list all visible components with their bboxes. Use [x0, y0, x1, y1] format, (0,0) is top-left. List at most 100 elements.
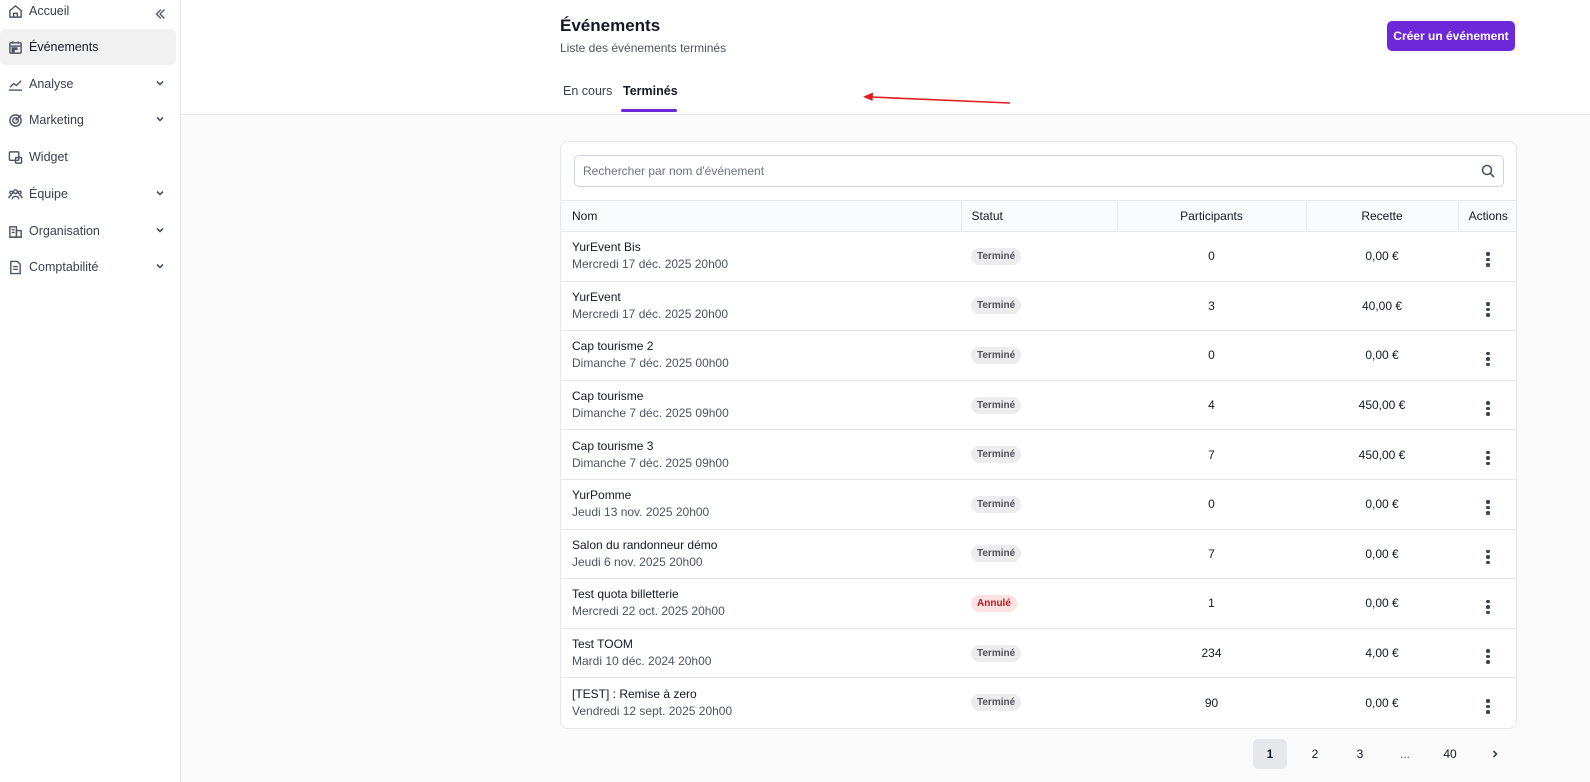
tab-termines[interactable]: Terminés	[623, 84, 678, 98]
participants-count: 4	[1208, 398, 1215, 413]
participants-count: 7	[1208, 447, 1215, 462]
sidebar-item-label: Marketing	[29, 113, 84, 127]
search-input[interactable]	[575, 156, 1455, 186]
status-badge: Terminé	[971, 495, 1022, 513]
table-row[interactable]: Test quota billetterie Mercredi 22 oct. 2…	[561, 579, 1516, 629]
column-header-recette[interactable]: Recette	[1305, 200, 1458, 232]
more-actions-icon[interactable]	[1480, 252, 1496, 268]
participants-count: 0	[1208, 348, 1215, 363]
event-name[interactable]: Salon du randonneur démo	[572, 537, 961, 554]
sidebar-item-organisation[interactable]: Organisation	[0, 213, 176, 249]
more-actions-icon[interactable]	[1480, 400, 1496, 416]
pagination: 1 2 3 ... 40	[1253, 739, 1523, 769]
search-box	[574, 155, 1504, 187]
status-badge: Terminé	[971, 545, 1022, 563]
sidebar-item-label: Comptabilité	[29, 260, 99, 274]
page-header: Événements Liste des événements terminés…	[181, 0, 1590, 115]
home-icon	[7, 3, 23, 19]
revenue-amount: 0,00 €	[1365, 249, 1399, 264]
column-header-nom[interactable]: Nom	[561, 200, 961, 232]
event-date: Jeudi 13 nov. 2025 20h00	[572, 505, 710, 520]
sidebar-item-accueil[interactable]: Accueil	[0, 0, 176, 29]
event-name[interactable]: Cap tourisme 2	[572, 338, 961, 355]
sidebar-item-label: Événements	[29, 40, 99, 54]
more-actions-icon[interactable]	[1480, 450, 1496, 466]
sidebar-item-equipe[interactable]: Équipe	[0, 176, 176, 212]
create-event-button[interactable]: Créer un événement	[1387, 21, 1515, 51]
chevron-down-icon	[154, 260, 166, 272]
event-date: Dimanche 7 déc. 2025 09h00	[572, 406, 729, 421]
events-table: Nom Statut Participants Recette Actions …	[561, 200, 1516, 728]
event-name[interactable]: YurPomme	[572, 487, 961, 504]
event-name[interactable]: [TEST] : Remise à zero	[572, 686, 961, 703]
page-button-2[interactable]: 2	[1298, 739, 1332, 769]
event-name[interactable]: Test quota billetterie	[572, 586, 961, 603]
column-header-statut[interactable]: Statut	[960, 200, 1117, 232]
event-name[interactable]: Cap tourisme	[572, 388, 961, 405]
revenue-amount: 0,00 €	[1365, 497, 1399, 512]
status-badge: Terminé	[971, 346, 1022, 364]
tab-en-cours[interactable]: En cours	[563, 84, 612, 98]
event-name[interactable]: YurEvent	[572, 289, 961, 306]
more-actions-icon[interactable]	[1480, 698, 1496, 714]
annotation-arrow-icon	[863, 92, 1011, 104]
next-page-button[interactable]	[1478, 739, 1512, 769]
page-button-40[interactable]: 40	[1433, 739, 1467, 769]
calendar-icon	[7, 39, 23, 55]
participants-count: 1	[1208, 596, 1215, 611]
table-row[interactable]: YurEvent Mercredi 17 déc. 2025 20h00 Term…	[561, 281, 1516, 331]
revenue-amount: 0,00 €	[1365, 596, 1399, 611]
status-badge: Terminé	[971, 644, 1022, 662]
event-name[interactable]: YurEvent Bis	[572, 239, 961, 256]
status-badge: Terminé	[971, 247, 1022, 265]
sidebar-item-evenements[interactable]: Événements	[0, 29, 176, 65]
more-actions-icon[interactable]	[1480, 500, 1496, 516]
page-title: Événements	[560, 16, 661, 35]
event-name[interactable]: Cap tourisme 3	[572, 438, 961, 455]
event-name[interactable]: Test TOOM	[572, 636, 961, 653]
revenue-amount: 0,00 €	[1365, 695, 1399, 710]
status-badge: Annulé	[971, 594, 1017, 612]
more-actions-icon[interactable]	[1480, 549, 1496, 565]
table-row[interactable]: Cap tourisme 2 Dimanche 7 déc. 2025 00h00…	[561, 331, 1516, 381]
table-row[interactable]: Salon du randonneur démo Jeudi 6 nov. 202…	[561, 529, 1516, 579]
search-icon[interactable]	[1481, 164, 1495, 178]
more-actions-icon[interactable]	[1480, 599, 1496, 615]
table-row[interactable]: YurEvent Bis Mercredi 17 déc. 2025 20h00 …	[561, 232, 1516, 282]
event-date: Vendredi 12 sept. 2025 20h00	[572, 703, 733, 718]
status-badge: Terminé	[971, 297, 1022, 315]
revenue-amount: 0,00 €	[1365, 546, 1399, 561]
table-row[interactable]: Cap tourisme Dimanche 7 déc. 2025 09h00 T…	[561, 380, 1516, 430]
table-row[interactable]: Cap tourisme 3 Dimanche 7 déc. 2025 09h00…	[561, 430, 1516, 480]
team-icon	[7, 186, 23, 202]
sidebar-item-analyse[interactable]: Analyse	[0, 66, 176, 102]
more-actions-icon[interactable]	[1480, 648, 1496, 664]
revenue-amount: 40,00 €	[1361, 298, 1403, 313]
column-header-participants[interactable]: Participants	[1116, 200, 1306, 232]
target-icon	[7, 112, 23, 128]
more-actions-icon[interactable]	[1480, 301, 1496, 317]
revenue-amount: 450,00 €	[1358, 447, 1406, 462]
event-date: Jeudi 6 nov. 2025 20h00	[572, 554, 703, 569]
sidebar-item-label: Équipe	[29, 187, 68, 201]
chevron-down-icon	[154, 224, 166, 236]
table-row[interactable]: YurPomme Jeudi 13 nov. 2025 20h00 Terminé…	[561, 479, 1516, 530]
sidebar-item-label: Analyse	[29, 77, 74, 91]
table-row[interactable]: Test TOOM Mardi 10 déc. 2024 20h00 Termin…	[561, 628, 1516, 678]
revenue-amount: 4,00 €	[1365, 646, 1399, 661]
page-button-3[interactable]: 3	[1343, 739, 1377, 769]
event-date: Mardi 10 déc. 2024 20h00	[572, 654, 712, 669]
sidebar-item-label: Organisation	[29, 224, 100, 238]
sidebar-item-comptabilite[interactable]: Comptabilité	[0, 249, 176, 285]
sidebar-item-marketing[interactable]: Marketing	[0, 102, 176, 138]
table-row[interactable]: [TEST] : Remise à zero Vendredi 12 sept. …	[561, 678, 1516, 728]
page-button-1[interactable]: 1	[1253, 739, 1287, 769]
more-actions-icon[interactable]	[1480, 351, 1496, 367]
document-icon	[7, 259, 23, 275]
sidebar-item-widget[interactable]: Widget	[0, 139, 176, 175]
event-date: Dimanche 7 déc. 2025 00h00	[572, 356, 729, 371]
event-date: Dimanche 7 déc. 2025 09h00	[572, 455, 729, 470]
participants-count: 0	[1208, 249, 1215, 264]
chevron-right-icon	[1489, 748, 1501, 760]
table-header-row: Nom Statut Participants Recette Actions	[561, 200, 1516, 232]
